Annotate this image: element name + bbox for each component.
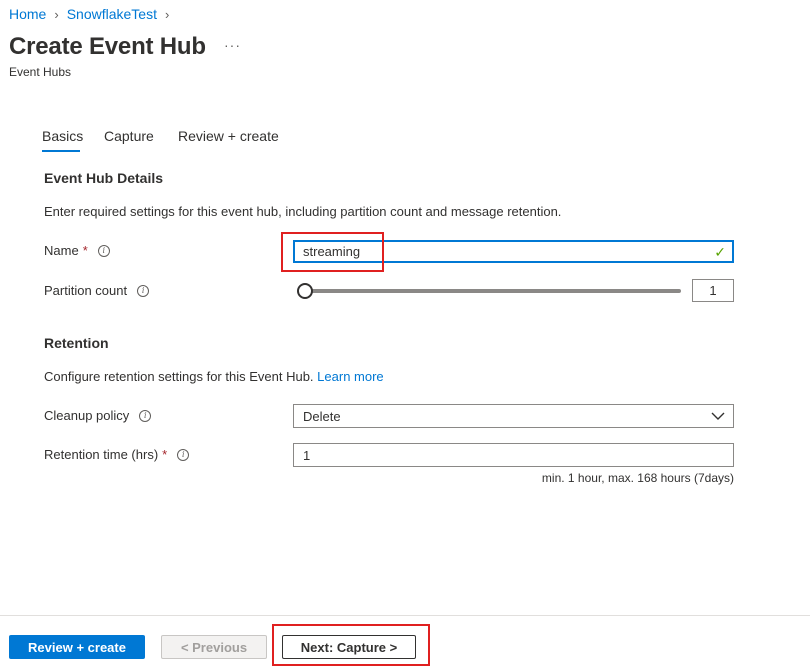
retention-description-text: Configure retention settings for this Ev… xyxy=(44,369,314,384)
highlight-box-next xyxy=(272,624,430,666)
chevron-right-icon: › xyxy=(54,6,59,22)
breadcrumb: Home › SnowflakeTest › xyxy=(9,5,177,23)
partition-count-input[interactable]: 1 xyxy=(692,279,734,302)
chevron-right-icon: › xyxy=(164,6,170,22)
footer-divider xyxy=(0,615,810,616)
page-subtitle: Event Hubs xyxy=(9,65,72,79)
breadcrumb-home-link[interactable]: Home xyxy=(9,6,46,22)
section-heading-details: Event Hub Details xyxy=(44,170,164,186)
highlight-box-name xyxy=(281,232,384,272)
tab-capture[interactable]: Capture xyxy=(104,128,154,144)
retention-time-label: Retention time (hrs) * i xyxy=(44,447,190,462)
partition-count-slider-thumb[interactable] xyxy=(297,283,313,299)
tab-basics[interactable]: Basics xyxy=(42,128,83,144)
partition-count-label: Partition count i xyxy=(44,283,150,298)
breadcrumb-snowflaketest-link[interactable]: SnowflakeTest xyxy=(67,6,157,22)
section-heading-retention: Retention xyxy=(44,335,109,351)
page-title: Create Event Hub xyxy=(9,33,206,60)
cleanup-policy-value: Delete xyxy=(303,408,341,424)
more-options-icon[interactable]: ··· xyxy=(224,37,241,53)
retention-time-hint: min. 1 hour, max. 168 hours (7days) xyxy=(541,471,734,485)
retention-time-value: 1 xyxy=(303,447,311,463)
cleanup-policy-select[interactable]: Delete xyxy=(293,404,734,428)
cleanup-policy-label: Cleanup policy i xyxy=(44,408,152,423)
tab-review-create[interactable]: Review + create xyxy=(178,128,279,144)
details-description: Enter required settings for this event h… xyxy=(44,204,562,219)
info-icon[interactable]: i xyxy=(97,244,110,257)
info-icon[interactable]: i xyxy=(139,409,152,422)
learn-more-link[interactable]: Learn more xyxy=(317,369,383,384)
checkmark-icon: ✓ xyxy=(714,244,726,260)
retention-description: Configure retention settings for this Ev… xyxy=(44,369,384,384)
partition-count-slider-track[interactable] xyxy=(305,289,681,293)
chevron-down-icon xyxy=(711,412,725,420)
info-icon[interactable]: i xyxy=(177,448,190,461)
previous-button[interactable]: < Previous xyxy=(161,635,267,659)
required-indicator: * xyxy=(162,447,168,462)
partition-count-label-text: Partition count xyxy=(44,283,128,298)
review-create-button[interactable]: Review + create xyxy=(9,635,145,659)
active-tab-indicator xyxy=(42,150,80,152)
name-label-text: Name xyxy=(44,243,79,258)
name-label: Name * i xyxy=(44,243,110,258)
required-indicator: * xyxy=(82,243,88,258)
retention-time-label-text: Retention time (hrs) xyxy=(44,447,159,462)
info-icon[interactable]: i xyxy=(137,284,150,297)
cleanup-policy-label-text: Cleanup policy xyxy=(44,408,130,423)
partition-count-value: 1 xyxy=(709,283,717,298)
retention-time-input[interactable]: 1 xyxy=(293,443,734,467)
